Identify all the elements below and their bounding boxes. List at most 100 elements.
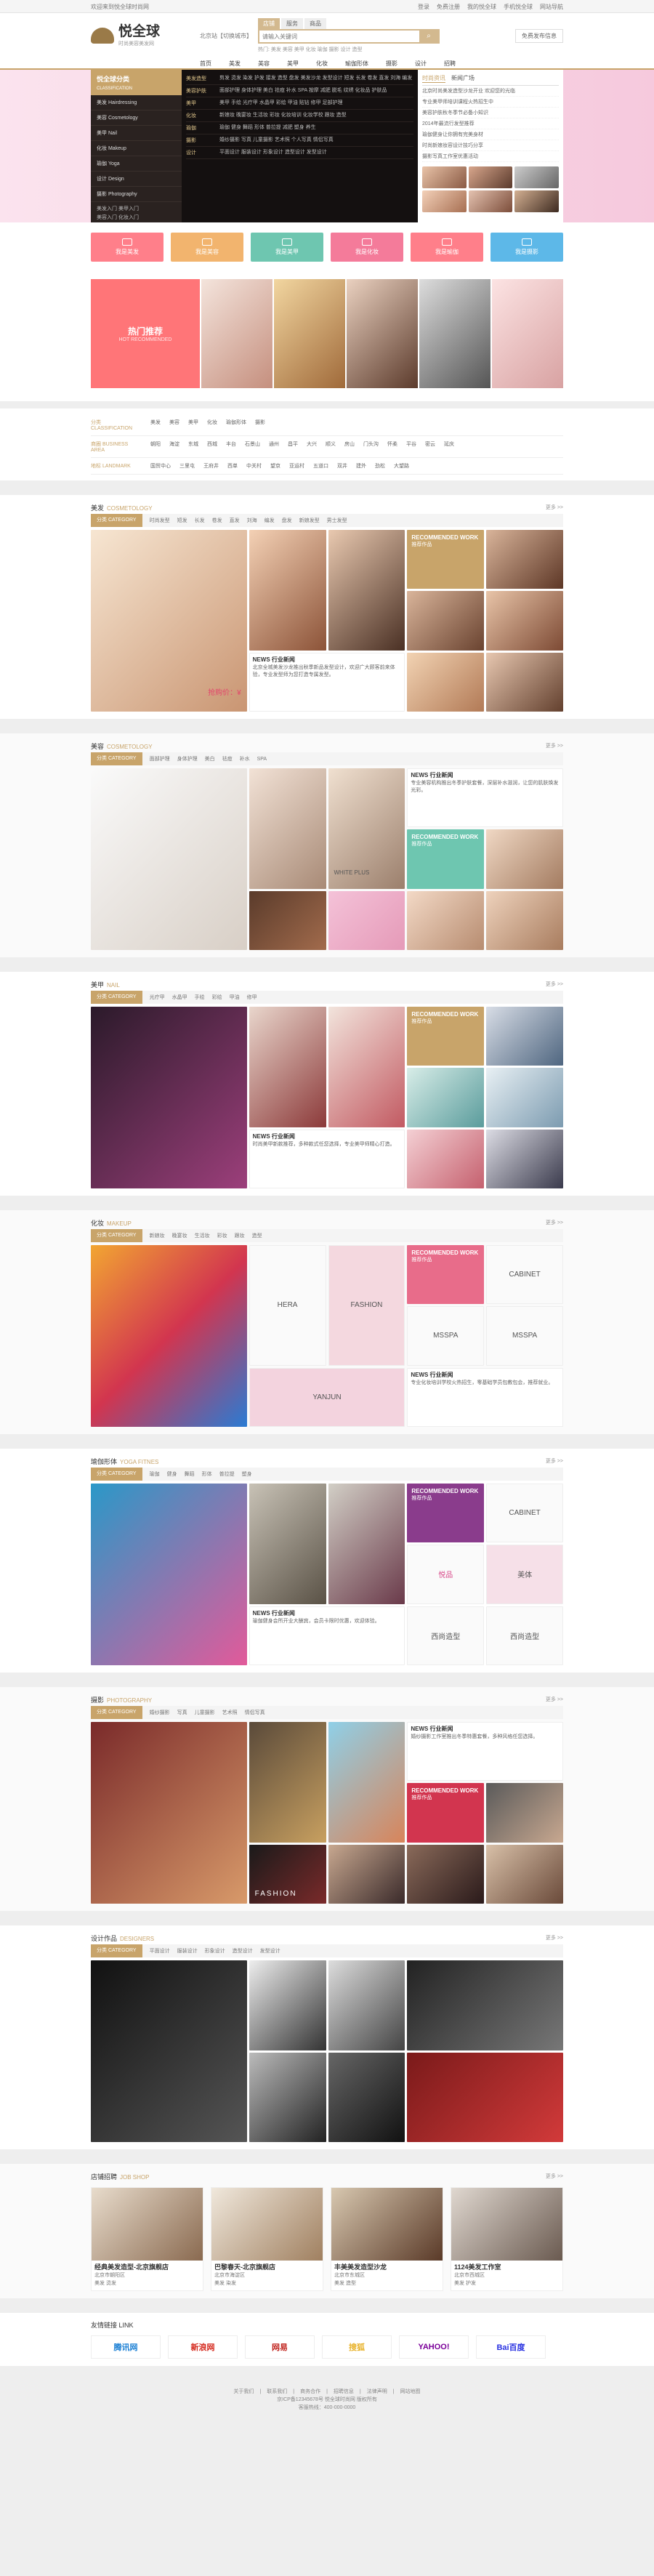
section-tag[interactable]: 编发 — [265, 517, 275, 524]
section-tag[interactable]: 新娘发型 — [299, 517, 320, 524]
filter-option[interactable]: 密云 — [425, 440, 435, 453]
mega-row-links[interactable]: 平面设计 服装设计 形象设计 造型设计 发型设计 — [219, 149, 413, 156]
work-image[interactable] — [407, 1129, 485, 1188]
feature-image[interactable] — [91, 1484, 247, 1665]
recommended-work[interactable]: RECOMMENDED WORK 推荐作品 — [407, 1007, 485, 1066]
footer-link[interactable]: 商务合作 — [300, 2388, 320, 2396]
category-sub-link[interactable]: 美容入门 — [97, 215, 117, 220]
partner-logo[interactable]: YAHOO! — [399, 2335, 469, 2359]
filter-option[interactable]: 平谷 — [406, 440, 416, 453]
quick-button-hair[interactable]: 我是美发 — [91, 233, 164, 262]
category-item[interactable]: 设计 Design — [91, 172, 182, 187]
footer-link[interactable]: 法律声明 — [367, 2388, 387, 2396]
mega-row-links[interactable]: 婚纱摄影 写真 儿童摄影 艺术照 个人写真 情侣写真 — [219, 137, 413, 144]
brand-image[interactable]: 美体 — [486, 1545, 563, 1604]
section-tag[interactable]: 造型 — [252, 1232, 262, 1239]
mega-row-label[interactable]: 化妆 — [186, 112, 215, 119]
tab-news-square[interactable]: 新闻广场 — [451, 74, 475, 83]
section-tag[interactable]: 刘海 — [247, 517, 257, 524]
section-tag[interactable]: SPA — [257, 757, 267, 762]
quick-button-makeup[interactable]: 我是化妆 — [331, 233, 403, 262]
more-link[interactable]: 更多 >> — [546, 742, 563, 749]
category-item[interactable]: 瑜伽 Yoga — [91, 156, 182, 172]
more-link[interactable]: 更多 >> — [546, 1219, 563, 1226]
shop-card[interactable]: 丰美美发造型沙龙 北京市东城区 美发 造型 — [331, 2187, 443, 2291]
news-link[interactable]: 时尚新娘妆容设计技巧分享 — [422, 140, 559, 151]
brand-image[interactable]: YANJUN — [249, 1367, 405, 1427]
recommended-work[interactable]: RECOMMENDED WORK 推荐作品 — [407, 1245, 485, 1305]
designer-image[interactable] — [249, 1960, 326, 2050]
hot-image[interactable] — [345, 279, 418, 388]
work-image[interactable] — [486, 652, 563, 712]
section-tag[interactable]: 身体护理 — [177, 755, 198, 762]
search-tab-goods[interactable]: 商品 — [304, 18, 326, 29]
more-link[interactable]: 更多 >> — [546, 981, 563, 988]
nav-item-jobs[interactable]: 招聘 — [444, 60, 456, 68]
nav-item-nail[interactable]: 美甲 — [287, 60, 299, 68]
hot-image[interactable] — [272, 279, 345, 388]
filter-option[interactable]: 大兴 — [307, 440, 317, 453]
section-tag[interactable]: 水晶甲 — [172, 994, 187, 1001]
brand-image[interactable]: 悦品 — [407, 1545, 485, 1604]
work-image[interactable] — [249, 890, 326, 950]
filter-option[interactable]: 劲松 — [375, 462, 385, 470]
work-image[interactable] — [486, 530, 563, 589]
work-image[interactable] — [486, 1129, 563, 1188]
category-item[interactable]: 摄影 Photography — [91, 187, 182, 202]
work-image[interactable] — [407, 1844, 485, 1904]
section-tag[interactable]: 艺术照 — [222, 1709, 238, 1716]
brand-image[interactable]: MSSPA — [407, 1306, 485, 1366]
shop-card[interactable]: 巴黎春天-北京旗舰店 北京市海淀区 美发 染发 — [211, 2187, 323, 2291]
work-image[interactable] — [486, 829, 563, 889]
designer-image[interactable] — [328, 2052, 405, 2142]
recommended-work[interactable]: RECOMMENDED WORK 推荐作品 — [407, 1783, 485, 1843]
footer-link[interactable]: 招聘信息 — [334, 2388, 354, 2396]
news-card[interactable]: NEWS 行业新闻 专业美容机构推出冬季护肤套餐，深层补水滋润，让您的肌肤焕发光彩… — [407, 768, 563, 828]
nav-item-hair[interactable]: 美发 — [229, 60, 241, 68]
news-link[interactable]: 2014年最流行发型推荐 — [422, 118, 559, 129]
filter-option[interactable]: 美发 — [150, 419, 161, 431]
filter-option[interactable]: 建外 — [356, 462, 366, 470]
section-tag[interactable]: 直发 — [230, 517, 240, 524]
section-tag[interactable]: 情侣写真 — [245, 1709, 265, 1716]
search-input[interactable] — [259, 31, 419, 42]
filter-option[interactable]: 化妆 — [207, 419, 217, 431]
my-account-link[interactable]: 我的悦全球 — [467, 3, 496, 11]
brand-image[interactable]: 西尚造型 — [407, 1606, 485, 1665]
filter-option[interactable]: 西单 — [227, 462, 238, 470]
brand-image[interactable]: CABINET — [486, 1245, 563, 1305]
work-image[interactable] — [486, 1783, 563, 1843]
category-sub-link[interactable]: 美发入门 — [97, 206, 117, 212]
nav-item-beauty[interactable]: 美容 — [258, 60, 270, 68]
nav-item-home[interactable]: 首页 — [200, 60, 211, 68]
filter-option[interactable]: 怀柔 — [387, 440, 397, 453]
category-sub-link[interactable]: 化妆入门 — [118, 215, 139, 220]
section-tag[interactable]: 儿童摄影 — [195, 1709, 215, 1716]
recommended-work[interactable]: RECOMMENDED WORK 推荐作品 — [407, 530, 485, 589]
feature-image[interactable] — [91, 768, 247, 950]
work-image[interactable] — [249, 1007, 326, 1127]
mega-row-label[interactable]: 瑜伽 — [186, 124, 215, 132]
category-item[interactable]: 美容 Cosmetology — [91, 110, 182, 126]
thumbnail[interactable] — [468, 190, 513, 212]
quick-button-photo[interactable]: 我是摄影 — [490, 233, 563, 262]
section-tag[interactable]: 短发 — [177, 517, 187, 524]
section-tag[interactable]: 婚纱摄影 — [150, 1709, 170, 1716]
thumbnail[interactable] — [422, 190, 467, 212]
more-link[interactable]: 更多 >> — [546, 1696, 563, 1703]
designer-image[interactable] — [249, 2052, 326, 2142]
partner-logo[interactable]: 网易 — [245, 2335, 315, 2359]
brand-image[interactable]: FASHION — [328, 1245, 405, 1366]
designer-image[interactable] — [91, 1960, 247, 2142]
brand-image[interactable]: 西尚造型 — [486, 1606, 563, 1665]
work-image[interactable] — [486, 1007, 563, 1066]
brand-image[interactable]: CABINET — [486, 1484, 563, 1543]
recommended-work[interactable]: RECOMMENDED WORK 推荐作品 — [407, 829, 485, 889]
filter-option[interactable]: 昌平 — [288, 440, 298, 453]
mega-row-label[interactable]: 美容护肤 — [186, 87, 215, 94]
section-tag[interactable]: 瑜伽 — [150, 1470, 160, 1478]
designer-image[interactable] — [407, 2052, 563, 2142]
work-image[interactable] — [328, 530, 405, 651]
section-tag[interactable]: 美白 — [205, 755, 215, 762]
mega-row-links[interactable]: 美甲 手绘 光疗甲 水晶甲 彩绘 甲油 贴钻 修甲 足部护理 — [219, 100, 413, 107]
